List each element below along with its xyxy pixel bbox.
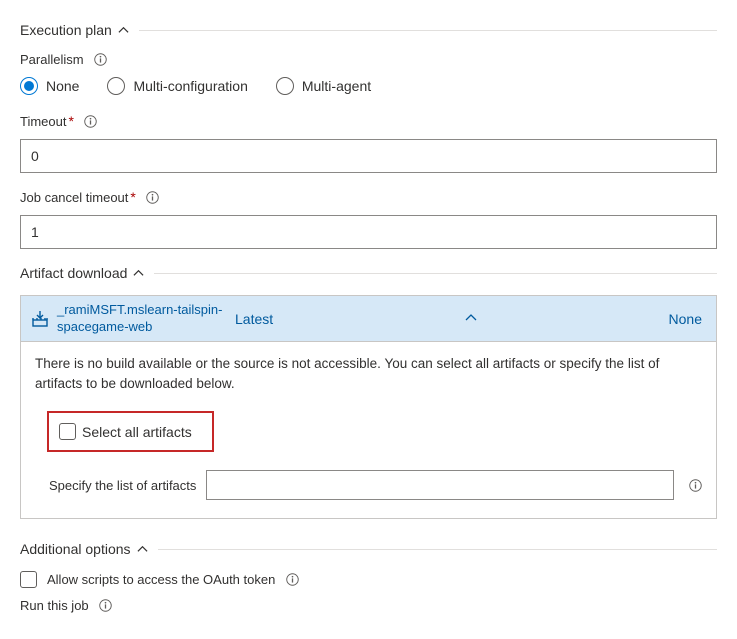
radio-none[interactable]: None: [20, 77, 79, 95]
parallelism-label: Parallelism: [20, 52, 84, 67]
allow-scripts-checkbox[interactable]: [20, 571, 37, 588]
artifact-source-icon: [31, 310, 49, 328]
section-header-execution-plan[interactable]: Execution plan: [20, 22, 717, 38]
radio-button-icon: [276, 77, 294, 95]
section-title: Additional options: [20, 541, 131, 557]
info-icon[interactable]: [688, 478, 702, 492]
radio-label: Multi-configuration: [133, 78, 247, 94]
radio-button-icon: [107, 77, 125, 95]
parallelism-radio-group: None Multi-configuration Multi-agent: [20, 77, 717, 95]
job-cancel-timeout-label-row: Job cancel timeout *: [20, 189, 717, 205]
section-title: Artifact download: [20, 265, 127, 281]
required-asterisk: *: [130, 189, 135, 205]
timeout-input[interactable]: [20, 139, 717, 173]
section-title: Execution plan: [20, 22, 112, 38]
job-cancel-timeout-input[interactable]: [20, 215, 717, 249]
timeout-label-row: Timeout *: [20, 113, 717, 129]
artifact-version-link[interactable]: Latest: [235, 311, 273, 327]
specify-artifacts-label: Specify the list of artifacts: [49, 478, 196, 493]
chevron-up-icon: [133, 268, 144, 279]
required-asterisk: *: [68, 113, 73, 129]
radio-multi-configuration[interactable]: Multi-configuration: [107, 77, 247, 95]
parallelism-label-row: Parallelism: [20, 52, 717, 67]
divider: [158, 549, 717, 550]
divider: [154, 273, 717, 274]
chevron-up-icon: [118, 25, 129, 36]
specify-artifacts-input[interactable]: [206, 470, 674, 500]
artifact-header-row[interactable]: _ramiMSFT.mslearn-tailspin-spacegame-web…: [21, 296, 716, 342]
allow-scripts-label: Allow scripts to access the OAuth token: [47, 572, 275, 587]
artifact-message: There is no build available or the sourc…: [35, 354, 702, 393]
run-this-job-row: Run this job: [20, 598, 717, 613]
artifact-body: There is no build available or the sourc…: [21, 342, 716, 518]
info-icon[interactable]: [285, 573, 299, 587]
timeout-label: Timeout: [20, 114, 66, 129]
info-icon[interactable]: [84, 114, 98, 128]
allow-scripts-row: Allow scripts to access the OAuth token: [20, 571, 717, 588]
radio-multi-agent[interactable]: Multi-agent: [276, 77, 371, 95]
chevron-up-icon[interactable]: [465, 311, 477, 327]
info-icon[interactable]: [146, 190, 160, 204]
select-all-artifacts-checkbox[interactable]: [59, 423, 76, 440]
artifact-panel: _ramiMSFT.mslearn-tailspin-spacegame-web…: [20, 295, 717, 519]
divider: [139, 30, 717, 31]
chevron-up-icon: [137, 544, 148, 555]
run-this-job-label: Run this job: [20, 598, 89, 613]
radio-label: None: [46, 78, 79, 94]
radio-label: Multi-agent: [302, 78, 371, 94]
info-icon[interactable]: [99, 599, 113, 613]
specify-artifacts-row: Specify the list of artifacts: [49, 470, 702, 500]
select-all-artifacts-highlight: Select all artifacts: [47, 411, 214, 452]
artifact-none-link[interactable]: None: [669, 311, 702, 327]
job-cancel-timeout-label: Job cancel timeout: [20, 190, 128, 205]
artifact-source-name: _ramiMSFT.mslearn-tailspin-spacegame-web: [57, 302, 235, 335]
info-icon[interactable]: [94, 53, 108, 67]
select-all-artifacts-label: Select all artifacts: [82, 424, 192, 440]
section-header-additional-options[interactable]: Additional options: [20, 541, 717, 557]
section-header-artifact-download[interactable]: Artifact download: [20, 265, 717, 281]
radio-button-icon: [20, 77, 38, 95]
